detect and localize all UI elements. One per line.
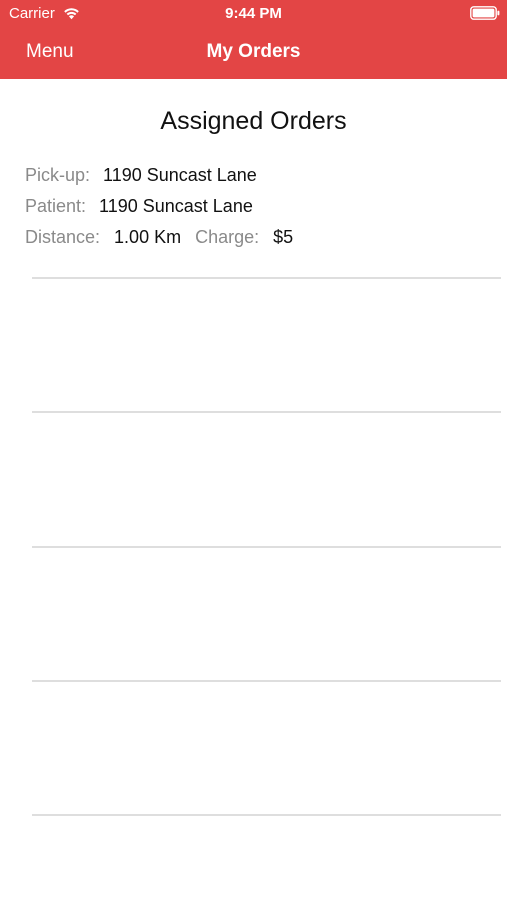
nav-title: My Orders [206, 41, 301, 62]
patient-value: 1190 Suncast Lane [99, 196, 253, 216]
row-separator [32, 680, 501, 682]
charge-value: $5 [273, 227, 294, 247]
menu-button[interactable]: Menu [26, 40, 74, 64]
pickup-row: Pick-up: 1190 Suncast Lane [25, 164, 257, 186]
row-separator [32, 411, 501, 413]
distance-value: 1.00 Km [114, 227, 182, 247]
row-separator [32, 814, 501, 816]
charge-label: Charge: [195, 227, 260, 247]
order-card[interactable]: Pick-up: 1190 Suncast Lane Patient: 1190 S… [0, 160, 507, 270]
navigation-bar: Menu My Orders [0, 28, 507, 79]
row-separator [32, 546, 501, 548]
header-bar: Carrier 9:44 PM Menu My Orders [0, 0, 507, 79]
row-separator [32, 277, 501, 279]
patient-row: Patient: 1190 Suncast Lane [25, 195, 253, 217]
patient-label: Patient: [25, 196, 87, 216]
pickup-value: 1190 Suncast Lane [103, 165, 257, 185]
my-orders-screen: Carrier 9:44 PM Menu My Orders Assigned … [0, 0, 507, 900]
section-title: Assigned Orders [160, 107, 347, 135]
distance-charge-row: Distance: 1.00 Km Charge: $5 [25, 226, 293, 248]
status-time: 9:44 PM [225, 5, 282, 22]
pickup-label: Pick-up: [25, 165, 91, 185]
status-bar: Carrier 9:44 PM [0, 0, 507, 28]
distance-label: Distance: [25, 227, 101, 247]
battery-icon [470, 6, 500, 20]
